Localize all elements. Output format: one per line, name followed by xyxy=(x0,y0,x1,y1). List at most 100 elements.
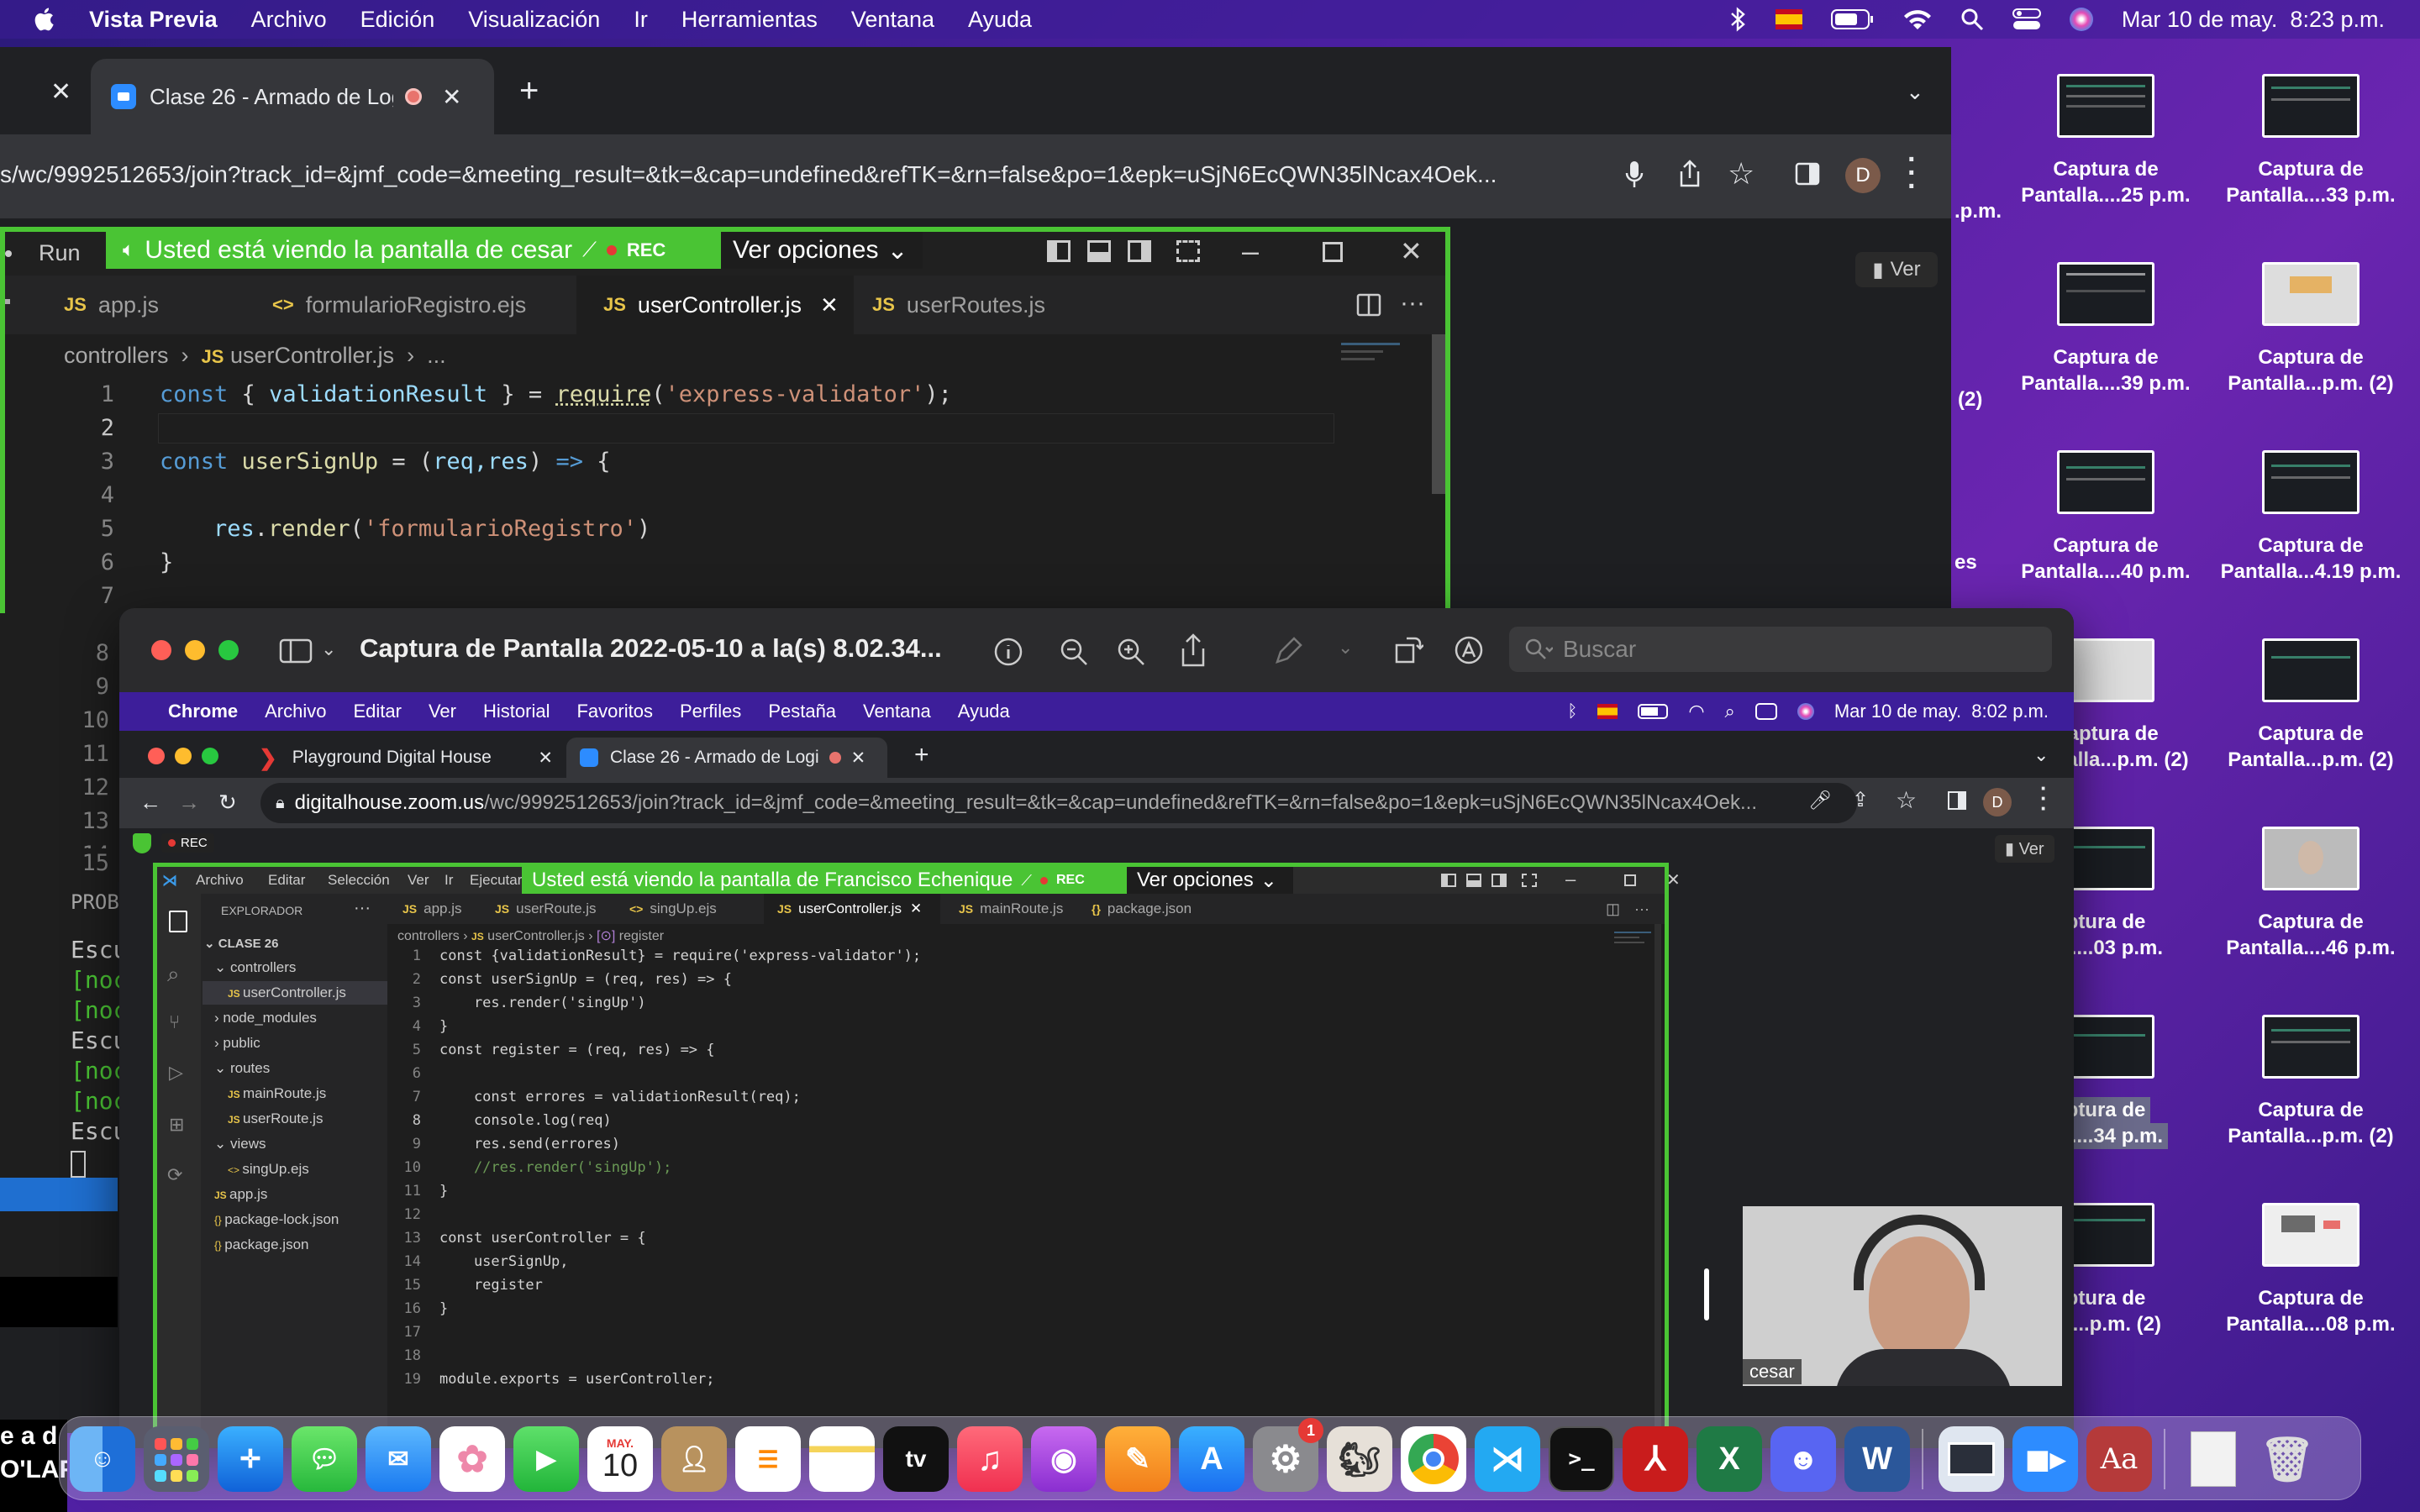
preview-doc-icon[interactable] xyxy=(1939,1426,2004,1492)
photos-icon[interactable]: ✿ xyxy=(439,1426,505,1492)
menu-datetime[interactable]: Mar 10 de may. 8:23 p.m. xyxy=(2122,7,2385,33)
more-actions-icon[interactable]: ··· xyxy=(1400,289,1425,318)
control-center-icon[interactable] xyxy=(2012,8,2041,31)
music-icon[interactable]: ♫ xyxy=(957,1426,1023,1492)
sidebar-toggle-icon[interactable] xyxy=(279,638,313,664)
squirrel-app-icon[interactable]: 🐿︎ xyxy=(1327,1426,1392,1492)
tab-usercontroller-js[interactable]: JS userController.js ✕ xyxy=(576,276,854,334)
menu-ventana[interactable]: Ventana xyxy=(851,7,934,33)
desktop-file-icon[interactable]: Captura de Pantalla....46 p.m. xyxy=(2210,827,2412,961)
bookmark-star-icon[interactable]: ☆ xyxy=(1728,156,1754,192)
tab-userroutes-js[interactable]: JS userRoutes.js xyxy=(872,276,1045,334)
address-bar[interactable]: s/wc/9992512653/join?track_id=&jmf_code=… xyxy=(0,134,1951,218)
markup-toolbar-icon[interactable] xyxy=(1454,635,1484,665)
vscode-icon[interactable]: ⋊ xyxy=(1475,1426,1540,1492)
desktop-file-icon[interactable]: Captura de Pantalla...p.m. (2) xyxy=(2210,638,2412,773)
customize-layout-icon[interactable] xyxy=(1176,240,1200,262)
terminal-icon[interactable]: >_ xyxy=(1549,1426,1614,1492)
discord-icon[interactable]: ☻ xyxy=(1770,1426,1836,1492)
minimize-icon[interactable]: – xyxy=(1242,234,1259,269)
breadcrumb-item[interactable]: ... xyxy=(427,343,446,368)
close-tab-icon[interactable]: ✕ xyxy=(50,77,71,107)
facetime-icon[interactable]: ▶ xyxy=(513,1426,579,1492)
reminders-icon[interactable]: ☰ xyxy=(735,1426,801,1492)
share-icon[interactable] xyxy=(1677,160,1702,188)
bluetooth-icon[interactable] xyxy=(1728,7,1747,32)
toggle-sidebar-icon[interactable] xyxy=(1047,240,1071,262)
camera-drag-handle[interactable] xyxy=(1704,1268,1709,1320)
view-options-button[interactable]: Ver opciones ⌄ xyxy=(721,232,923,269)
tab-search-icon[interactable]: ⌄ xyxy=(1906,79,1924,105)
contacts-icon[interactable]: 👤︎ xyxy=(661,1426,727,1492)
downloads-stack-icon[interactable] xyxy=(2181,1426,2246,1492)
menu-visualizacion[interactable]: Visualización xyxy=(468,7,600,33)
info-icon[interactable] xyxy=(993,637,1023,667)
rotate-icon[interactable] xyxy=(1393,635,1423,665)
word-icon[interactable]: W xyxy=(1844,1426,1910,1492)
close-tab-icon[interactable]: ✕ xyxy=(820,292,839,318)
menu-ir[interactable]: Ir xyxy=(634,7,648,33)
code-editor[interactable]: controllers › JS userController.js › ...… xyxy=(5,334,1445,615)
launchpad-icon[interactable] xyxy=(144,1426,209,1492)
breadcrumb-item[interactable]: userController.js xyxy=(230,343,394,368)
app-store-icon[interactable]: A xyxy=(1179,1426,1244,1492)
share-icon[interactable] xyxy=(1180,633,1207,667)
desktop-file-icon[interactable]: Captura de Pantalla....25 p.m. xyxy=(2005,74,2207,208)
mail-icon[interactable]: ✉ xyxy=(366,1426,431,1492)
calendar-icon[interactable]: MAY. 10 xyxy=(587,1426,653,1492)
zoom-window-icon[interactable] xyxy=(218,640,239,660)
close-window-icon[interactable] xyxy=(151,640,171,660)
dictionary-icon[interactable]: Aa xyxy=(2086,1426,2152,1492)
menu-run[interactable]: Run xyxy=(39,240,81,266)
split-editor-icon[interactable] xyxy=(1356,292,1381,318)
menu-edicion[interactable]: Edición xyxy=(360,7,435,33)
trash-icon[interactable]: 🗑︎ xyxy=(2254,1426,2320,1492)
toggle-panel-icon[interactable] xyxy=(1087,240,1111,262)
menu-app-name[interactable]: Vista Previa xyxy=(89,7,218,33)
menu-archivo[interactable]: Archivo xyxy=(251,7,327,33)
desktop-file-icon[interactable]: Captura de Pantalla...p.m. (2) xyxy=(2210,262,2412,396)
close-window-icon[interactable]: ✕ xyxy=(1400,235,1423,267)
tab-app-js[interactable]: JS app.js xyxy=(64,276,159,334)
desktop-file-icon[interactable]: Captura de Pantalla....39 p.m. xyxy=(2005,262,2207,396)
new-tab-button[interactable]: + xyxy=(519,72,539,110)
minimap[interactable] xyxy=(1341,339,1408,390)
desktop-file-icon[interactable]: Captura de Pantalla...p.m. (2) xyxy=(2210,1015,2412,1149)
profile-avatar[interactable]: D xyxy=(1845,158,1881,193)
view-button[interactable]: ▮ Ver xyxy=(1855,252,1938,287)
apple-icon[interactable] xyxy=(32,6,59,33)
chrome-tab-active[interactable]: Clase 26 - Armado de Logi ✕ xyxy=(91,59,494,134)
safari-icon[interactable]: ✛ xyxy=(218,1426,283,1492)
breadcrumb-item[interactable]: controllers xyxy=(64,343,169,368)
menu-ayuda[interactable]: Ayuda xyxy=(968,7,1032,33)
camera-video-tile[interactable]: cesar xyxy=(1743,1206,2062,1386)
search-input[interactable]: Buscar xyxy=(1509,627,2052,672)
menu-herramientas[interactable]: Herramientas xyxy=(681,7,818,33)
notes-icon[interactable] xyxy=(809,1426,875,1492)
battery-icon[interactable] xyxy=(1830,8,1875,30)
pages-icon[interactable]: ✎ xyxy=(1105,1426,1171,1492)
desktop-file-icon[interactable]: Captura de Pantalla....33 p.m. xyxy=(2210,74,2412,208)
excel-icon[interactable]: X xyxy=(1697,1426,1762,1492)
apple-tv-icon[interactable]: tv xyxy=(883,1426,949,1492)
system-preferences-icon[interactable]: ⚙ 1 xyxy=(1253,1418,1323,1492)
siri-icon[interactable] xyxy=(2069,8,2093,31)
zoom-out-icon[interactable] xyxy=(1059,637,1089,667)
side-panel-icon[interactable] xyxy=(1795,161,1820,186)
zoom-in-icon[interactable] xyxy=(1116,637,1146,667)
toggle-secondary-sidebar-icon[interactable] xyxy=(1128,240,1151,262)
acrobat-icon[interactable]: ⅄ xyxy=(1623,1426,1688,1492)
chevron-down-icon[interactable]: ⌄ xyxy=(321,638,336,660)
chrome-icon[interactable] xyxy=(1401,1426,1466,1492)
tab-formularioregistro-ejs[interactable]: <> formularioRegistro.ejs xyxy=(272,276,526,334)
desktop-file-icon[interactable]: Captura de Pantalla....08 p.m. xyxy=(2210,1203,2412,1337)
close-tab-icon[interactable]: ✕ xyxy=(442,83,461,111)
desktop-file-icon[interactable]: Captura de Pantalla....40 p.m. xyxy=(2005,450,2207,585)
url-text[interactable]: s/wc/9992512653/join?track_id=&jmf_code=… xyxy=(0,161,1597,188)
search-icon[interactable] xyxy=(1960,8,1984,31)
spanish-flag-icon[interactable] xyxy=(1775,9,1802,29)
minimize-window-icon[interactable] xyxy=(185,640,205,660)
desktop-file-icon[interactable]: Captura de Pantalla...4.19 p.m. xyxy=(2210,450,2412,585)
chevron-down-icon[interactable]: ⌄ xyxy=(1338,637,1353,659)
chrome-menu-icon[interactable]: · · · xyxy=(1907,145,1917,201)
